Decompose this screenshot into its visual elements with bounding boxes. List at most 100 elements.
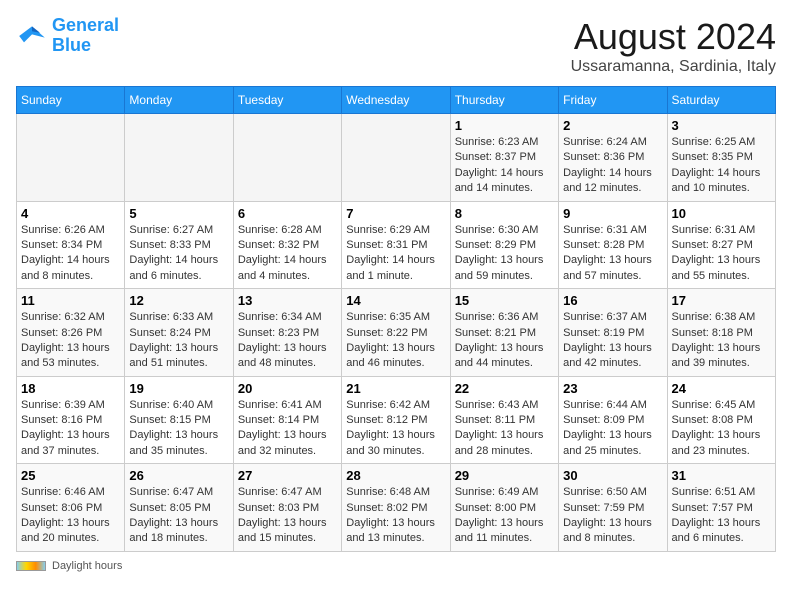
day-info: Sunrise: 6:28 AM Sunset: 8:32 PM Dayligh… [238, 223, 337, 285]
calendar-cell: 27Sunrise: 6:47 AM Sunset: 8:03 PM Dayli… [233, 464, 341, 552]
day-number: 22 [455, 381, 554, 396]
calendar-cell: 5 Sunrise: 6:27 AM Sunset: 8:33 PM Daylig… [125, 201, 233, 289]
day-info: Sunrise: 6:30 AM Sunset: 8:29 PM Dayligh… [455, 223, 554, 285]
day-info: Sunrise: 6:40 AM Sunset: 8:15 PM Dayligh… [129, 398, 228, 460]
calendar-cell [342, 114, 450, 202]
daylight-label: Daylight hours [52, 560, 122, 572]
calendar-table: SundayMondayTuesdayWednesdayThursdayFrid… [16, 86, 776, 552]
logo: General Blue [16, 16, 119, 56]
day-number: 26 [129, 468, 228, 483]
day-header: Saturday [667, 87, 775, 114]
day-number: 23 [563, 381, 662, 396]
day-number: 28 [346, 468, 445, 483]
day-info: Sunrise: 6:27 AM Sunset: 8:33 PM Dayligh… [129, 223, 228, 285]
calendar-cell: 23Sunrise: 6:44 AM Sunset: 8:09 PM Dayli… [559, 376, 667, 464]
calendar-week: 11Sunrise: 6:32 AM Sunset: 8:26 PM Dayli… [17, 289, 776, 377]
day-info: Sunrise: 6:23 AM Sunset: 8:37 PM Dayligh… [455, 135, 554, 197]
day-number: 12 [129, 293, 228, 308]
daylight-bar [16, 561, 46, 571]
day-info: Sunrise: 6:25 AM Sunset: 8:35 PM Dayligh… [672, 135, 771, 197]
day-header: Friday [559, 87, 667, 114]
day-number: 13 [238, 293, 337, 308]
day-info: Sunrise: 6:36 AM Sunset: 8:21 PM Dayligh… [455, 310, 554, 372]
day-number: 3 [672, 118, 771, 133]
day-number: 24 [672, 381, 771, 396]
calendar-cell: 31 Sunrise: 6:51 AM Sunset: 7:57 PM Dayli… [667, 464, 775, 552]
calendar-cell: 14 Sunrise: 6:35 AM Sunset: 8:22 PM Dayli… [342, 289, 450, 377]
calendar-cell: 22Sunrise: 6:43 AM Sunset: 8:11 PM Dayli… [450, 376, 558, 464]
day-number: 5 [129, 206, 228, 221]
header: General Blue August 2024 Ussaramanna, Sa… [16, 16, 776, 76]
day-number: 17 [672, 293, 771, 308]
day-number: 4 [21, 206, 120, 221]
day-header: Tuesday [233, 87, 341, 114]
footer: Daylight hours [16, 560, 776, 572]
day-number: 31 [672, 468, 771, 483]
calendar-week: 25Sunrise: 6:46 AM Sunset: 8:06 PM Dayli… [17, 464, 776, 552]
day-header: Wednesday [342, 87, 450, 114]
day-info: Sunrise: 6:39 AM Sunset: 8:16 PM Dayligh… [21, 398, 120, 460]
day-info: Sunrise: 6:47 AM Sunset: 8:05 PM Dayligh… [129, 485, 228, 547]
calendar-cell: 17 Sunrise: 6:38 AM Sunset: 8:18 PM Dayli… [667, 289, 775, 377]
calendar-cell [233, 114, 341, 202]
day-header: Sunday [17, 87, 125, 114]
day-info: Sunrise: 6:49 AM Sunset: 8:00 PM Dayligh… [455, 485, 554, 547]
calendar-cell: 26 Sunrise: 6:47 AM Sunset: 8:05 PM Dayli… [125, 464, 233, 552]
calendar-cell: 20 Sunrise: 6:41 AM Sunset: 8:14 PM Dayli… [233, 376, 341, 464]
calendar-cell: 19 Sunrise: 6:40 AM Sunset: 8:15 PM Dayli… [125, 376, 233, 464]
day-info: Sunrise: 6:29 AM Sunset: 8:31 PM Dayligh… [346, 223, 445, 285]
calendar-cell: 25Sunrise: 6:46 AM Sunset: 8:06 PM Dayli… [17, 464, 125, 552]
day-number: 10 [672, 206, 771, 221]
day-info: Sunrise: 6:38 AM Sunset: 8:18 PM Dayligh… [672, 310, 771, 372]
calendar-cell: 13 Sunrise: 6:34 AM Sunset: 8:23 PM Dayli… [233, 289, 341, 377]
day-info: Sunrise: 6:34 AM Sunset: 8:23 PM Dayligh… [238, 310, 337, 372]
calendar-cell: 12 Sunrise: 6:33 AM Sunset: 8:24 PM Dayli… [125, 289, 233, 377]
day-number: 30 [563, 468, 662, 483]
day-number: 29 [455, 468, 554, 483]
day-number: 14 [346, 293, 445, 308]
calendar-cell: 7 Sunrise: 6:29 AM Sunset: 8:31 PM Daylig… [342, 201, 450, 289]
day-info: Sunrise: 6:24 AM Sunset: 8:36 PM Dayligh… [563, 135, 662, 197]
calendar-cell: 4 Sunrise: 6:26 AM Sunset: 8:34 PM Daylig… [17, 201, 125, 289]
day-info: Sunrise: 6:31 AM Sunset: 8:28 PM Dayligh… [563, 223, 662, 285]
calendar-cell: 9 Sunrise: 6:31 AM Sunset: 8:28 PM Daylig… [559, 201, 667, 289]
calendar-cell: 8 Sunrise: 6:30 AM Sunset: 8:29 PM Daylig… [450, 201, 558, 289]
day-number: 2 [563, 118, 662, 133]
calendar-cell [125, 114, 233, 202]
day-number: 18 [21, 381, 120, 396]
location: Ussaramanna, Sardinia, Italy [571, 58, 776, 76]
calendar-cell: 16Sunrise: 6:37 AM Sunset: 8:19 PM Dayli… [559, 289, 667, 377]
day-number: 27 [238, 468, 337, 483]
day-info: Sunrise: 6:50 AM Sunset: 7:59 PM Dayligh… [563, 485, 662, 547]
calendar-header: SundayMondayTuesdayWednesdayThursdayFrid… [17, 87, 776, 114]
calendar-cell: 2 Sunrise: 6:24 AM Sunset: 8:36 PM Daylig… [559, 114, 667, 202]
day-number: 15 [455, 293, 554, 308]
day-info: Sunrise: 6:35 AM Sunset: 8:22 PM Dayligh… [346, 310, 445, 372]
day-info: Sunrise: 6:51 AM Sunset: 7:57 PM Dayligh… [672, 485, 771, 547]
calendar-cell: 18 Sunrise: 6:39 AM Sunset: 8:16 PM Dayli… [17, 376, 125, 464]
day-info: Sunrise: 6:26 AM Sunset: 8:34 PM Dayligh… [21, 223, 120, 285]
day-number: 6 [238, 206, 337, 221]
day-header: Thursday [450, 87, 558, 114]
day-number: 20 [238, 381, 337, 396]
day-info: Sunrise: 6:41 AM Sunset: 8:14 PM Dayligh… [238, 398, 337, 460]
calendar-week: 1Sunrise: 6:23 AM Sunset: 8:37 PM Daylig… [17, 114, 776, 202]
month-year: August 2024 [571, 16, 776, 58]
calendar-cell [17, 114, 125, 202]
calendar-week: 18 Sunrise: 6:39 AM Sunset: 8:16 PM Dayli… [17, 376, 776, 464]
day-number: 9 [563, 206, 662, 221]
day-number: 8 [455, 206, 554, 221]
day-info: Sunrise: 6:48 AM Sunset: 8:02 PM Dayligh… [346, 485, 445, 547]
calendar-cell: 30 Sunrise: 6:50 AM Sunset: 7:59 PM Dayli… [559, 464, 667, 552]
day-number: 7 [346, 206, 445, 221]
calendar-cell: 10Sunrise: 6:31 AM Sunset: 8:27 PM Dayli… [667, 201, 775, 289]
calendar-cell: 28 Sunrise: 6:48 AM Sunset: 8:02 PM Dayli… [342, 464, 450, 552]
title-area: August 2024 Ussaramanna, Sardinia, Italy [571, 16, 776, 76]
day-info: Sunrise: 6:37 AM Sunset: 8:19 PM Dayligh… [563, 310, 662, 372]
day-info: Sunrise: 6:45 AM Sunset: 8:08 PM Dayligh… [672, 398, 771, 460]
day-number: 19 [129, 381, 228, 396]
logo-icon [16, 20, 48, 52]
calendar-cell: 1Sunrise: 6:23 AM Sunset: 8:37 PM Daylig… [450, 114, 558, 202]
day-info: Sunrise: 6:42 AM Sunset: 8:12 PM Dayligh… [346, 398, 445, 460]
day-info: Sunrise: 6:33 AM Sunset: 8:24 PM Dayligh… [129, 310, 228, 372]
